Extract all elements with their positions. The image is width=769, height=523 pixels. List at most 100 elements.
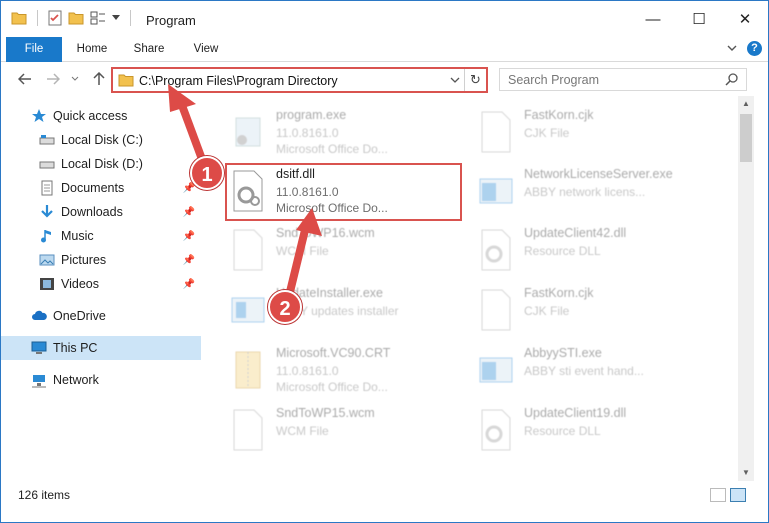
- nav-item-documents[interactable]: Documents 📌: [1, 176, 201, 200]
- status-bar: 126 items: [1, 483, 768, 507]
- nav-item-label: This PC: [53, 341, 98, 355]
- chevron-down-icon[interactable]: [112, 15, 120, 21]
- app-window-icon: [479, 357, 513, 383]
- search-placeholder: Search Program: [508, 73, 600, 87]
- pin-icon[interactable]: 📌: [183, 207, 195, 218]
- properties-icon[interactable]: [48, 10, 62, 26]
- tab-home[interactable]: Home: [65, 37, 119, 62]
- file-name: SndToWP16.wcm: [276, 226, 375, 240]
- nav-item-videos[interactable]: Videos 📌: [1, 272, 201, 296]
- address-row: C:\Program Files\Program Directory ↻ Sea…: [1, 63, 768, 95]
- toolbar-separator: [37, 10, 38, 26]
- scroll-down-button[interactable]: ▼: [738, 465, 754, 481]
- star-icon: [32, 109, 46, 122]
- maximize-button[interactable]: ☐: [676, 1, 722, 37]
- quick-access-toolbar: [11, 10, 135, 26]
- nav-item-quick-access[interactable]: Quick access: [1, 104, 201, 128]
- search-icon: [725, 73, 738, 86]
- address-path[interactable]: C:\Program Files\Program Directory: [139, 74, 338, 88]
- arrow-right-icon: [47, 73, 60, 85]
- file-tile[interactable]: SndToWP16.wcm WCM File: [228, 224, 466, 280]
- nav-item-onedrive[interactable]: OneDrive: [1, 304, 201, 328]
- explorer-window: Program — ☐ ✕ File Home Share View ? C:\…: [0, 0, 769, 523]
- dll-gear-icon: [481, 409, 511, 451]
- pin-icon[interactable]: 📌: [183, 183, 195, 194]
- forward-button[interactable]: [43, 69, 63, 89]
- drive-icon: [39, 135, 55, 145]
- arrow-up-icon: [93, 72, 105, 85]
- nav-item-label: Quick access: [53, 109, 128, 123]
- download-icon: [41, 205, 53, 218]
- file-type: Resource DLL: [524, 244, 601, 258]
- nav-item-label: Downloads: [61, 205, 123, 219]
- file-tile[interactable]: UpdateInstaller.exe ABBY updates install…: [228, 284, 466, 340]
- nav-item-network[interactable]: Network: [1, 368, 201, 392]
- help-icon[interactable]: ?: [747, 41, 762, 56]
- cloud-icon: [32, 310, 47, 320]
- tab-view[interactable]: View: [181, 37, 231, 62]
- nav-item-local-disk-d[interactable]: Local Disk (D:): [1, 152, 201, 176]
- item-count: 126 items: [18, 488, 71, 502]
- arrow-left-icon: [18, 73, 31, 85]
- tab-share[interactable]: Share: [121, 37, 177, 62]
- network-icon: [32, 375, 46, 388]
- minimize-button[interactable]: —: [630, 1, 676, 37]
- nav-item-label: Local Disk (D:): [61, 157, 143, 171]
- up-button[interactable]: [89, 69, 109, 89]
- file-tile[interactable]: FastKorn.cjk CJK File: [476, 284, 714, 340]
- address-bar[interactable]: C:\Program Files\Program Directory ↻: [111, 67, 488, 93]
- chevron-down-icon[interactable]: [450, 77, 460, 84]
- nav-item-label: Music: [61, 229, 94, 243]
- file-tile[interactable]: program.exe 11.0.8161.0 Microsoft Office…: [228, 106, 466, 162]
- file-tile[interactable]: UpdateClient19.dll Resource DLL: [476, 404, 714, 460]
- expand-ribbon-icon[interactable]: [727, 45, 737, 52]
- large-icons-view-button[interactable]: [730, 488, 746, 502]
- window-controls: — ☐ ✕: [630, 1, 768, 37]
- nav-item-this-pc[interactable]: This PC: [1, 336, 201, 360]
- music-icon: [41, 230, 51, 243]
- recent-locations-button[interactable]: [65, 69, 85, 89]
- nav-item-local-disk-c[interactable]: Local Disk (C:): [1, 128, 201, 152]
- nav-item-pictures[interactable]: Pictures 📌: [1, 248, 201, 272]
- file-tile[interactable]: SndToWP15.wcm WCM File: [228, 404, 466, 460]
- view-options-icon[interactable]: [90, 11, 106, 25]
- nav-item-downloads[interactable]: Downloads 📌: [1, 200, 201, 224]
- view-toggle: [710, 488, 746, 502]
- file-type: ABBY sti event hand...: [524, 364, 644, 378]
- title-bar: Program — ☐ ✕: [1, 1, 768, 37]
- nav-item-label: OneDrive: [53, 309, 106, 323]
- file-tile[interactable]: UpdateClient42.dll Resource DLL: [476, 224, 714, 280]
- file-name: Microsoft.VC90.CRT: [276, 346, 391, 360]
- tab-file[interactable]: File: [6, 37, 62, 62]
- close-button[interactable]: ✕: [722, 1, 768, 37]
- installer-icon: [231, 297, 265, 323]
- pin-icon[interactable]: 📌: [183, 255, 195, 266]
- folder-icon[interactable]: [11, 11, 27, 25]
- file-tile[interactable]: NetworkLicenseServer.exe ABBY network li…: [476, 165, 714, 221]
- file-type: Resource DLL: [524, 424, 601, 438]
- file-description: Microsoft Office Do...: [276, 380, 388, 394]
- scroll-thumb[interactable]: [740, 114, 752, 162]
- nav-item-music[interactable]: Music 📌: [1, 224, 201, 248]
- pin-icon[interactable]: 📌: [183, 279, 195, 290]
- pin-icon[interactable]: 📌: [183, 231, 195, 242]
- details-view-button[interactable]: [710, 488, 726, 502]
- scroll-up-button[interactable]: ▲: [738, 96, 754, 112]
- search-input[interactable]: Search Program: [499, 68, 747, 91]
- file-version: 11.0.8161.0: [276, 126, 339, 140]
- file-tile[interactable]: AbbyySTI.exe ABBY sti event hand...: [476, 344, 714, 400]
- file-name: NetworkLicenseServer.exe: [524, 167, 673, 181]
- new-folder-icon[interactable]: [68, 11, 84, 25]
- step-1-badge: 1: [190, 156, 224, 190]
- documents-icon: [41, 180, 53, 196]
- file-tile[interactable]: FastKorn.cjk CJK File: [476, 106, 714, 162]
- highlight-box: [225, 163, 462, 221]
- blank-file-icon: [481, 111, 511, 153]
- chevron-down-icon: [71, 76, 79, 81]
- vertical-scrollbar[interactable]: ▲ ▼: [738, 96, 754, 481]
- file-tile[interactable]: Microsoft.VC90.CRT 11.0.8161.0 Microsoft…: [228, 344, 466, 400]
- file-name: FastKorn.cjk: [524, 286, 594, 300]
- back-button[interactable]: [15, 69, 35, 89]
- window-title: Program: [146, 13, 196, 28]
- refresh-button[interactable]: ↻: [464, 69, 486, 91]
